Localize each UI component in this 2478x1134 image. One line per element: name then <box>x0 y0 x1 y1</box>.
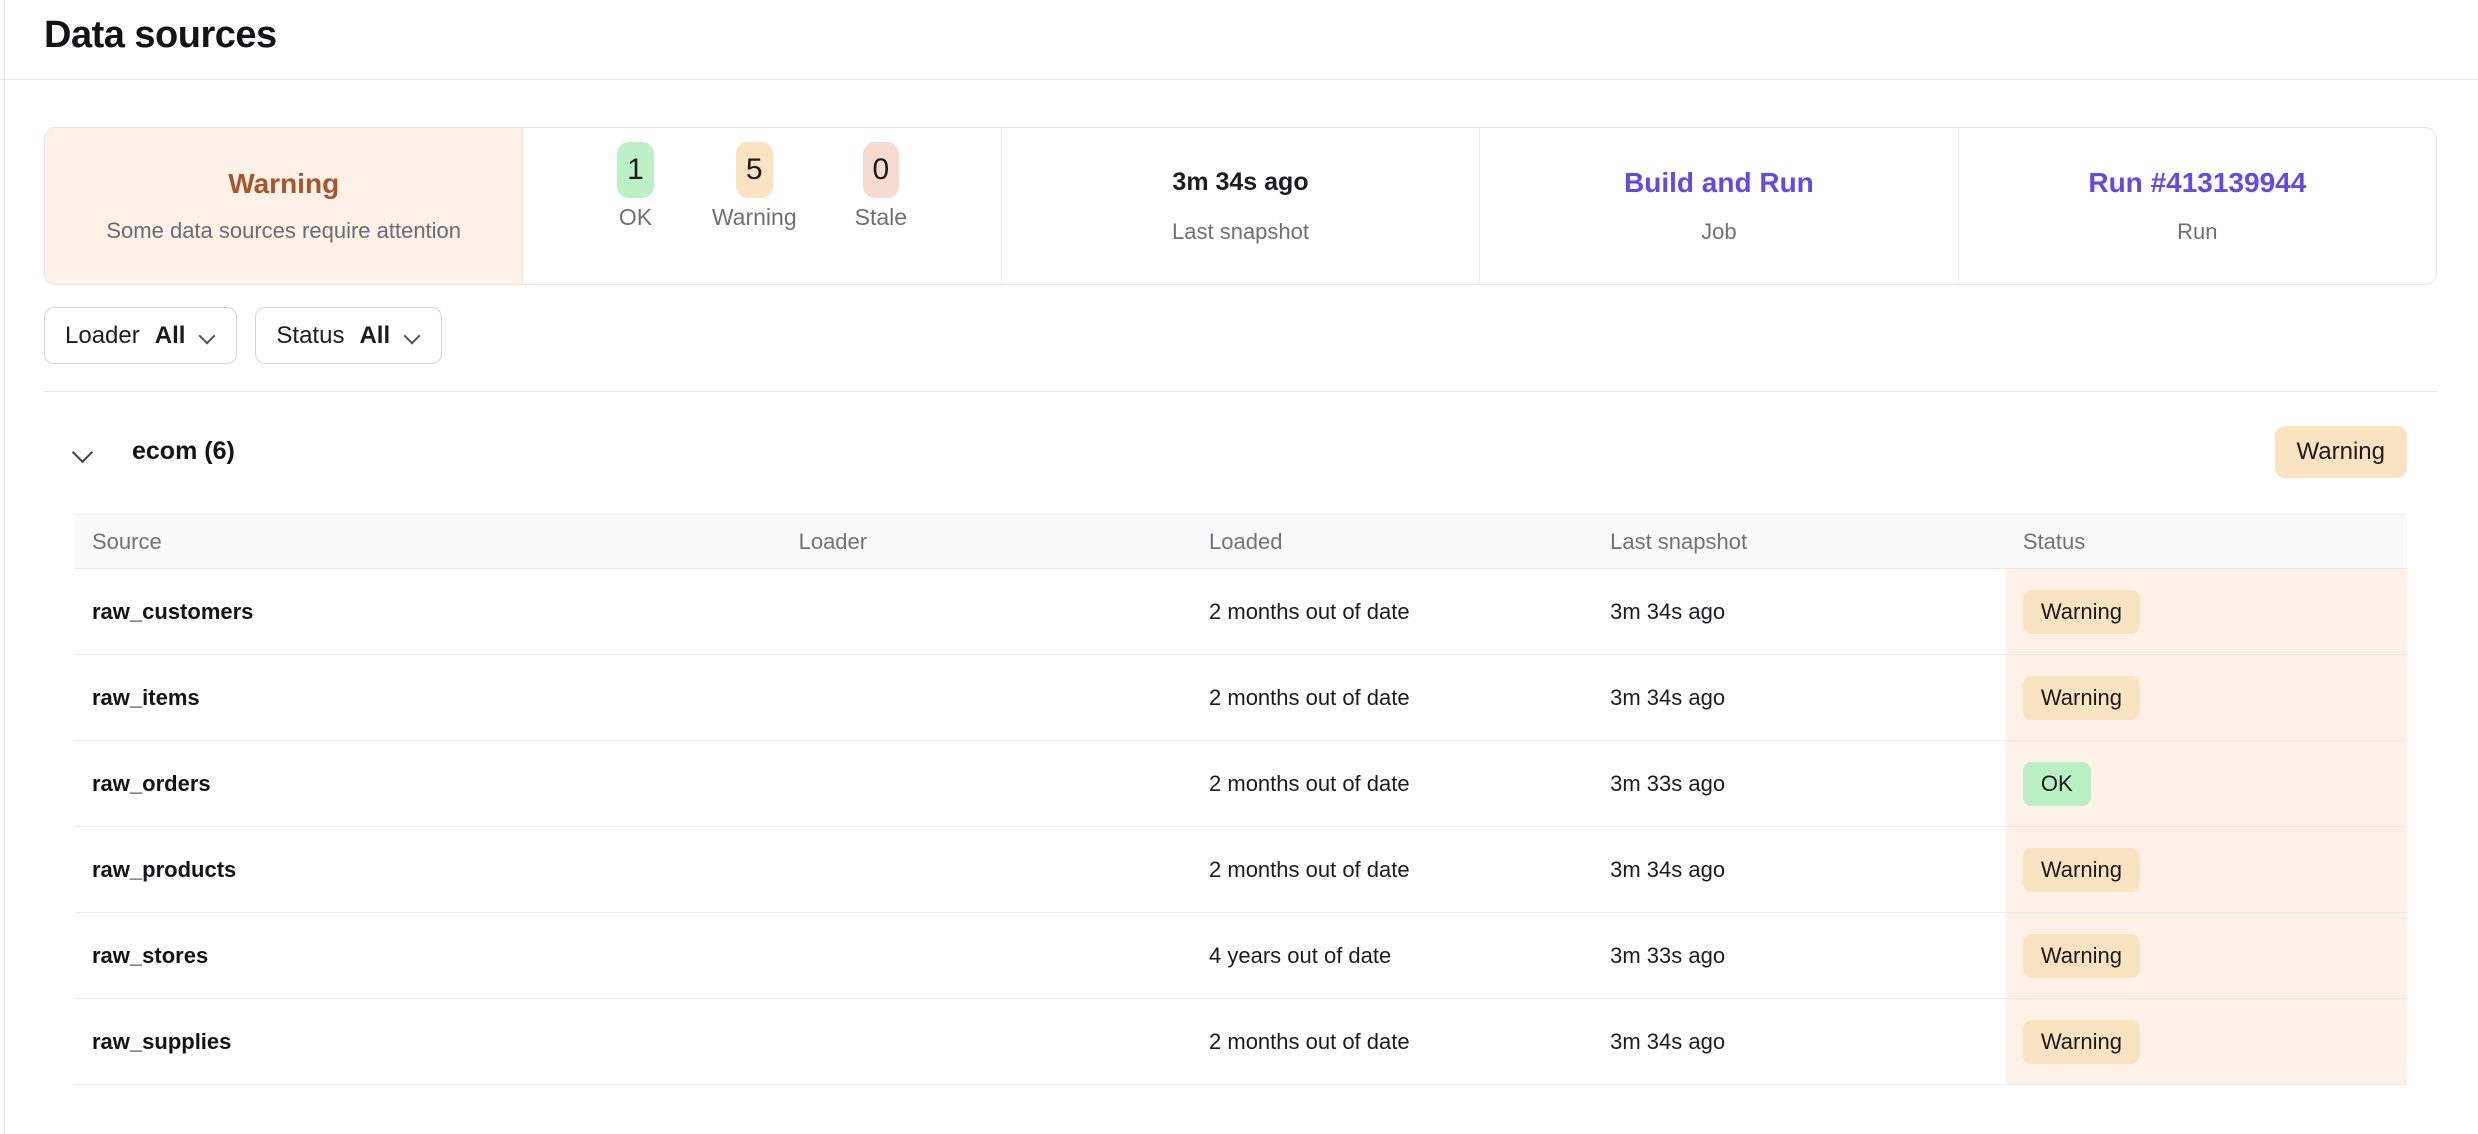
cell-loaded: 2 months out of date <box>1192 741 1593 827</box>
main-content: Warning Some data sources require attent… <box>0 127 2478 1085</box>
cell-status: Warning <box>2006 569 2407 655</box>
group-header: ecom (6) Warning <box>44 423 2437 480</box>
cell-last-snapshot: 3m 33s ago <box>1593 913 2006 999</box>
cell-status: Warning <box>2006 999 2407 1085</box>
cell-source: raw_orders <box>75 741 782 827</box>
cell-loader <box>782 913 1192 999</box>
filter-dropdown-loader[interactable]: Loader All <box>44 307 237 364</box>
chevron-down-icon <box>405 325 421 341</box>
cell-last-snapshot: 3m 34s ago <box>1593 827 2006 913</box>
status-badge: Warning <box>2023 848 2140 892</box>
last-snapshot-cell: 3m 34s ago Last snapshot <box>1002 128 1480 284</box>
job-link[interactable]: Build and Run <box>1624 167 1814 199</box>
status-count: 5 Warning <box>712 142 797 231</box>
table-row[interactable]: raw_orders 2 months out of date 3m 33s a… <box>75 741 2407 827</box>
summary-card: Warning Some data sources require attent… <box>44 127 2437 285</box>
filter-dropdown-status[interactable]: Status All <box>255 307 442 364</box>
cell-loaded: 4 years out of date <box>1192 913 1593 999</box>
status-count-label: Stale <box>855 204 907 231</box>
filter-value: All <box>155 322 186 350</box>
status-count: 1 OK <box>617 142 654 231</box>
cell-loader <box>782 655 1192 741</box>
table-row[interactable]: raw_stores 4 years out of date 3m 33s ag… <box>75 913 2407 999</box>
cell-loader <box>782 827 1192 913</box>
sidebar-edge-divider <box>4 0 5 1134</box>
filter-label: Loader <box>65 322 140 350</box>
status-badge: OK <box>2023 762 2091 806</box>
cell-status: Warning <box>2006 655 2407 741</box>
column-header-loaded: Loaded <box>1192 515 1593 569</box>
group-status-badge: Warning <box>2275 426 2407 478</box>
chevron-down-icon <box>200 325 216 341</box>
filter-value: All <box>359 322 390 350</box>
column-header-last-snapshot: Last snapshot <box>1593 515 2006 569</box>
run-label: Run <box>2177 219 2217 245</box>
page-title: Data sources <box>44 14 2434 57</box>
status-count-value: 5 <box>736 142 773 198</box>
overall-status-cell: Warning Some data sources require attent… <box>45 128 523 284</box>
status-badge: Warning <box>2023 934 2140 978</box>
job-cell: Build and Run Job <box>1480 128 1958 284</box>
cell-loaded: 2 months out of date <box>1192 999 1593 1085</box>
filter-label: Status <box>276 322 344 350</box>
column-header-source: Source <box>75 515 782 569</box>
cell-status: Warning <box>2006 827 2407 913</box>
cell-last-snapshot: 3m 33s ago <box>1593 741 2006 827</box>
table-row[interactable]: raw_items 2 months out of date 3m 34s ag… <box>75 655 2407 741</box>
page-header: Data sources <box>0 0 2478 80</box>
status-badge: Warning <box>2023 1020 2140 1064</box>
cell-last-snapshot: 3m 34s ago <box>1593 569 2006 655</box>
run-cell: Run #413139944 Run <box>1959 128 2436 284</box>
status-badge: Warning <box>2023 590 2140 634</box>
status-count: 0 Stale <box>855 142 907 231</box>
cell-source: raw_items <box>75 655 782 741</box>
cell-source: raw_products <box>75 827 782 913</box>
sources-table: SourceLoaderLoadedLast snapshotStatus ra… <box>75 514 2407 1085</box>
cell-loader <box>782 569 1192 655</box>
cell-loader <box>782 741 1192 827</box>
cell-loaded: 2 months out of date <box>1192 655 1593 741</box>
last-snapshot-value: 3m 34s ago <box>1172 168 1308 197</box>
table-row[interactable]: raw_products 2 months out of date 3m 34s… <box>75 827 2407 913</box>
group-name: ecom (6) <box>132 437 235 466</box>
column-header-status: Status <box>2006 515 2407 569</box>
cell-status: Warning <box>2006 913 2407 999</box>
table-row[interactable]: raw_supplies 2 months out of date 3m 34s… <box>75 999 2407 1085</box>
table-row[interactable]: raw_customers 2 months out of date 3m 34… <box>75 569 2407 655</box>
last-snapshot-label: Last snapshot <box>1172 219 1309 245</box>
status-counts-cell: 1 OK 5 Warning 0 Stale <box>523 128 1001 284</box>
cell-source: raw_stores <box>75 913 782 999</box>
cell-loaded: 2 months out of date <box>1192 569 1593 655</box>
status-count-label: OK <box>619 204 652 231</box>
status-badge: Warning <box>2023 676 2140 720</box>
filters-bar: Loader All Status All <box>44 307 2437 364</box>
status-count-value: 1 <box>617 142 654 198</box>
cell-loader <box>782 999 1192 1085</box>
cell-source: raw_customers <box>75 569 782 655</box>
status-count-label: Warning <box>712 204 797 231</box>
sources-table-wrap: SourceLoaderLoadedLast snapshotStatus ra… <box>75 514 2407 1085</box>
cell-status: OK <box>2006 741 2407 827</box>
column-header-loader: Loader <box>782 515 1192 569</box>
overall-status-title: Warning <box>228 168 339 200</box>
table-header-row: SourceLoaderLoadedLast snapshotStatus <box>75 515 2407 569</box>
cell-source: raw_supplies <box>75 999 782 1085</box>
status-count-value: 0 <box>863 142 900 198</box>
section-divider <box>44 391 2437 392</box>
cell-last-snapshot: 3m 34s ago <box>1593 655 2006 741</box>
job-label: Job <box>1701 219 1736 245</box>
cell-last-snapshot: 3m 34s ago <box>1593 999 2006 1085</box>
cell-loaded: 2 months out of date <box>1192 827 1593 913</box>
group-collapse-toggle[interactable]: ecom (6) <box>44 437 235 466</box>
run-link[interactable]: Run #413139944 <box>2088 167 2306 199</box>
chevron-down-icon[interactable] <box>72 441 94 463</box>
overall-status-subtitle: Some data sources require attention <box>106 218 461 244</box>
